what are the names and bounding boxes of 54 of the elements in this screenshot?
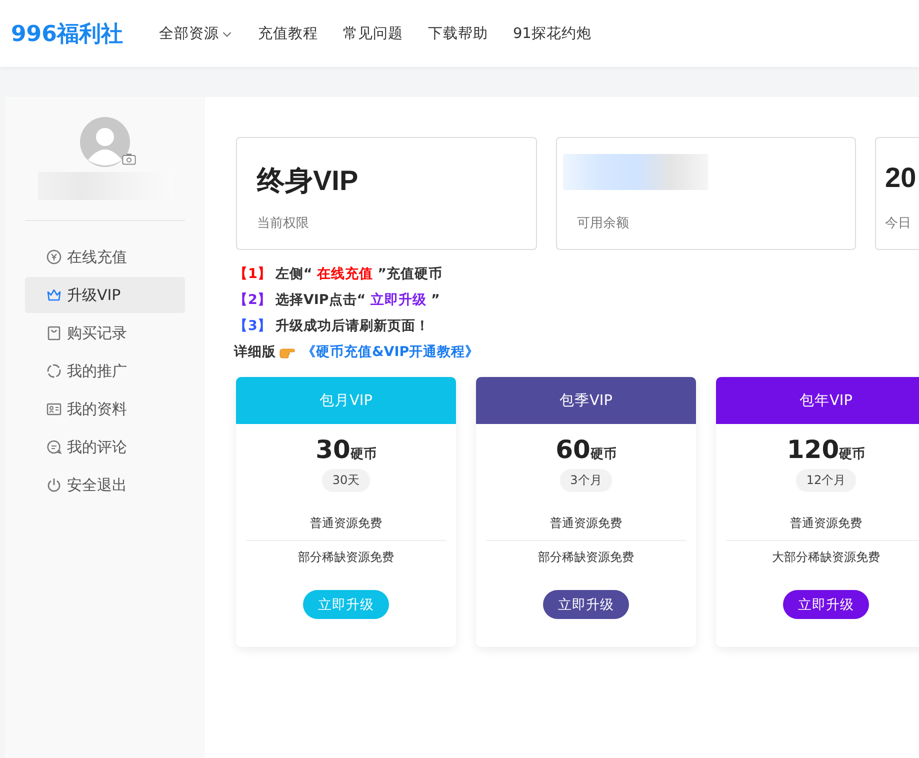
yen-coin-icon bbox=[46, 249, 62, 265]
step-number: 【1】 bbox=[234, 265, 272, 283]
nav-link[interactable]: 下载帮助 bbox=[428, 24, 488, 43]
id-card-icon bbox=[46, 401, 62, 417]
price-unit: 硬币 bbox=[590, 446, 616, 463]
upgrade-button[interactable]: 立即升级 bbox=[543, 590, 629, 619]
duration-tag: 3个月 bbox=[560, 469, 612, 492]
nav-link[interactable]: 常见问题 bbox=[342, 24, 403, 43]
stat-label: 可用余额 bbox=[577, 215, 630, 232]
sidebar-item[interactable]: 购买记录 bbox=[25, 315, 185, 351]
step-text: 选择VIP点击“ 立即升级 ” bbox=[275, 291, 440, 309]
step-number: 【3】 bbox=[234, 317, 272, 335]
feature-text: 普通资源免费 bbox=[549, 515, 623, 532]
bag-icon bbox=[46, 325, 62, 341]
nav-link[interactable]: 充值教程 bbox=[258, 24, 318, 43]
feature-text: 部分稀缺资源免费 bbox=[246, 540, 446, 574]
price-unit: 硬币 bbox=[839, 446, 866, 463]
duration-tag: 30天 bbox=[322, 469, 370, 492]
upgrade-button[interactable]: 立即升级 bbox=[783, 590, 869, 619]
stat-label: 当前权限 bbox=[257, 215, 310, 232]
feature-text: 部分稀缺资源免费 bbox=[486, 540, 686, 574]
site-logo[interactable]: 996福利社 bbox=[11, 18, 123, 48]
nav-link[interactable]: 91探花约炮 bbox=[512, 24, 592, 43]
plan-header: 包年VIP bbox=[716, 377, 919, 424]
feature-text: 大部分稀缺资源免费 bbox=[726, 540, 919, 574]
step-text: 左侧“ 在线充值 ”充值硬币 bbox=[275, 265, 443, 283]
price-unit: 硬币 bbox=[350, 446, 376, 463]
sidebar-item[interactable]: 在线充值 bbox=[25, 239, 185, 275]
sidebar-item[interactable]: 升级VIP bbox=[25, 277, 185, 313]
sidebar-item[interactable]: 我的资料 bbox=[25, 391, 185, 427]
nav-link[interactable]: 全部资源 bbox=[158, 24, 233, 43]
feature-text: 普通资源免费 bbox=[309, 515, 383, 532]
power-icon bbox=[46, 477, 62, 493]
step-text: 升级成功后请刷新页面！ bbox=[275, 317, 430, 335]
plan-header: 包季VIP bbox=[476, 377, 696, 424]
dashed-circle-icon bbox=[46, 363, 62, 379]
camera-icon[interactable] bbox=[122, 153, 136, 165]
feature-text: 普通资源免费 bbox=[789, 515, 863, 532]
duration-tag: 12个月 bbox=[796, 469, 856, 492]
tutorial-link[interactable]: 《硬币充值&VIP开通教程》 bbox=[302, 343, 480, 361]
crown-icon bbox=[46, 287, 62, 303]
stat-label: 今日 bbox=[885, 215, 912, 232]
sidebar-item[interactable]: 安全退出 bbox=[25, 467, 185, 503]
stat-value: 20 bbox=[885, 162, 918, 195]
price-value: 60 bbox=[556, 435, 590, 464]
step-number: 【2】 bbox=[234, 291, 272, 309]
price-value: 120 bbox=[786, 435, 840, 464]
detail-label: 详细版 bbox=[234, 343, 276, 361]
price-value: 30 bbox=[316, 435, 350, 464]
plan-header: 包月VIP bbox=[236, 377, 456, 424]
sidebar-item[interactable]: 我的推广 bbox=[25, 353, 185, 389]
chat-bubble-icon bbox=[46, 439, 62, 455]
stat-value: 终身VIP bbox=[257, 164, 360, 198]
sidebar-item[interactable]: 我的评论 bbox=[25, 429, 185, 465]
